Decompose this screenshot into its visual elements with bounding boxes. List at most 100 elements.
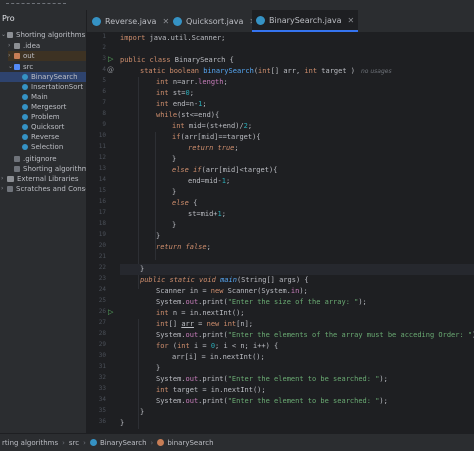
line-number: 35: [98, 407, 106, 414]
code-editor[interactable]: import java.util.Scanner; public class B…: [120, 33, 474, 433]
title-bar-decoration: [6, 3, 66, 6]
code-line: int target = in.nextInt();: [156, 386, 266, 394]
tree-item-external-libraries[interactable]: › External Libraries: [1, 174, 79, 184]
tree-item-label: Shorting algorithms: [16, 31, 86, 39]
tree-item-label: Mergesort: [31, 103, 67, 111]
breadcrumb-method[interactable]: binarySearch: [167, 439, 213, 447]
breadcrumb-src[interactable]: src: [69, 439, 79, 447]
run-icon[interactable]: ▷: [108, 55, 113, 63]
code-line: System.out.print("Enter the element to b…: [156, 397, 388, 405]
folder-icon: [14, 43, 20, 49]
code-line: }: [156, 232, 161, 240]
tree-item-out[interactable]: › out: [8, 51, 86, 61]
breadcrumb-class[interactable]: BinarySearch: [100, 439, 147, 447]
code-line-current: }: [120, 264, 474, 275]
tree-item-main[interactable]: Main: [22, 92, 48, 102]
class-icon: [22, 144, 28, 150]
line-number: 7: [102, 99, 106, 106]
tree-item-label: Scratches and Console: [16, 185, 86, 193]
java-class-icon: [92, 16, 101, 26]
tree-item-label: Quicksort: [31, 123, 65, 131]
scratch-icon: [7, 186, 13, 192]
tree-item-scratches[interactable]: ›Scratches and Console: [1, 184, 86, 194]
chevron-right-icon: ›: [150, 438, 154, 447]
indent-guide: [138, 77, 139, 289]
line-number: 33: [98, 385, 106, 392]
tab-reverse[interactable]: Reverse.java ✕: [92, 10, 169, 32]
folder-icon: [14, 64, 20, 70]
tree-item-selection[interactable]: Selection: [22, 142, 63, 152]
line-number: 8: [102, 110, 106, 117]
tree-item-reverse[interactable]: Reverse: [22, 132, 59, 142]
code-line: int mid=(st+end)/2;: [172, 122, 253, 130]
line-number: 27: [98, 319, 106, 326]
tree-item-insertationsort[interactable]: InsertationSort: [22, 82, 83, 92]
inlay-hint: no usages: [361, 68, 392, 75]
tree-item-label: Reverse: [31, 133, 60, 141]
code-line: arr[i] = in.nextInt();: [172, 353, 265, 361]
code-line: for (int i = 0; i < n; i++) {: [156, 342, 279, 350]
chevron-right-icon: ›: [83, 438, 86, 447]
tree-item-label: Selection: [31, 143, 64, 151]
code-line: int n = in.nextInt();: [156, 309, 245, 317]
tree-item-binarysearch[interactable]: BinarySearch: [0, 72, 86, 82]
code-line: System.out.print("Enter the element to b…: [156, 375, 388, 383]
line-number: 31: [98, 363, 106, 370]
title-bar: [0, 0, 474, 10]
close-icon[interactable]: ✕: [162, 17, 169, 26]
tab-quicksort[interactable]: Quicksort.java✕: [173, 10, 256, 32]
run-icon[interactable]: ▷: [108, 308, 113, 316]
class-icon: [89, 439, 97, 446]
line-number: 28: [98, 330, 106, 337]
tree-item-label: out: [23, 52, 35, 60]
line-number: 2: [102, 44, 106, 51]
line-number: 32: [98, 374, 106, 381]
code-line: else {: [172, 199, 198, 207]
tab-label: Reverse.java: [105, 16, 157, 26]
tree-item-src[interactable]: ⌄ src: [8, 62, 33, 72]
line-number: 25: [98, 297, 106, 304]
indent-guide: [138, 319, 139, 429]
java-class-icon: [173, 16, 182, 26]
tree-item-label: External Libraries: [17, 175, 79, 183]
tree-item-gitignore[interactable]: .gitignore: [14, 154, 57, 164]
line-number: 23: [98, 275, 106, 282]
tab-binarysearch[interactable]: BinarySearch.java ✕: [252, 10, 359, 32]
close-icon[interactable]: ✕: [348, 16, 355, 25]
tree-item-label: Main: [31, 93, 48, 101]
chevron-right-icon: ›: [62, 438, 65, 447]
code-line: public class BinarySearch {: [120, 56, 234, 64]
code-line: if(arr[mid]==target){: [172, 133, 261, 141]
code-line: }: [140, 408, 145, 416]
class-icon: [22, 74, 28, 80]
line-number: 19: [98, 231, 106, 238]
tree-item-root[interactable]: ⌄ Shorting algorithms: [1, 30, 85, 40]
project-title: Pro: [2, 14, 15, 23]
tree-item-quicksort[interactable]: Quicksort: [22, 122, 64, 132]
code-line: System.out.print("Enter the size of the …: [156, 298, 367, 306]
line-number: 3: [102, 55, 106, 62]
tree-item-label: BinarySearch: [31, 73, 78, 81]
line-number: 26: [98, 308, 106, 315]
code-line: }: [172, 221, 177, 229]
code-line: public static void main(String[] args) {: [140, 276, 309, 284]
code-line: while(st<=end){: [156, 111, 220, 119]
breadcrumb-project[interactable]: rting algorithms: [2, 439, 58, 447]
line-number: 17: [98, 209, 106, 216]
file-icon: [14, 156, 20, 162]
tree-item-mergesort[interactable]: Mergesort: [22, 102, 66, 112]
line-number: 34: [98, 396, 106, 403]
tree-item-iml[interactable]: Shorting algorithms: [14, 164, 86, 174]
line-number: 20: [98, 242, 106, 249]
line-number: 22: [98, 264, 106, 271]
override-icon[interactable]: @: [107, 66, 114, 74]
tree-item-idea[interactable]: › .idea: [8, 41, 40, 51]
tree-item-problem[interactable]: Problem: [22, 112, 60, 122]
line-number: 30: [98, 352, 106, 359]
library-icon: [7, 176, 14, 182]
tree-item-label: InsertationSort: [31, 83, 84, 91]
line-number: 29: [98, 341, 106, 348]
code-line: else if(arr[mid]<target){: [172, 166, 278, 174]
breadcrumb: rting algorithms › src › BinarySearch › …: [2, 439, 214, 447]
code-line: }: [172, 155, 177, 163]
